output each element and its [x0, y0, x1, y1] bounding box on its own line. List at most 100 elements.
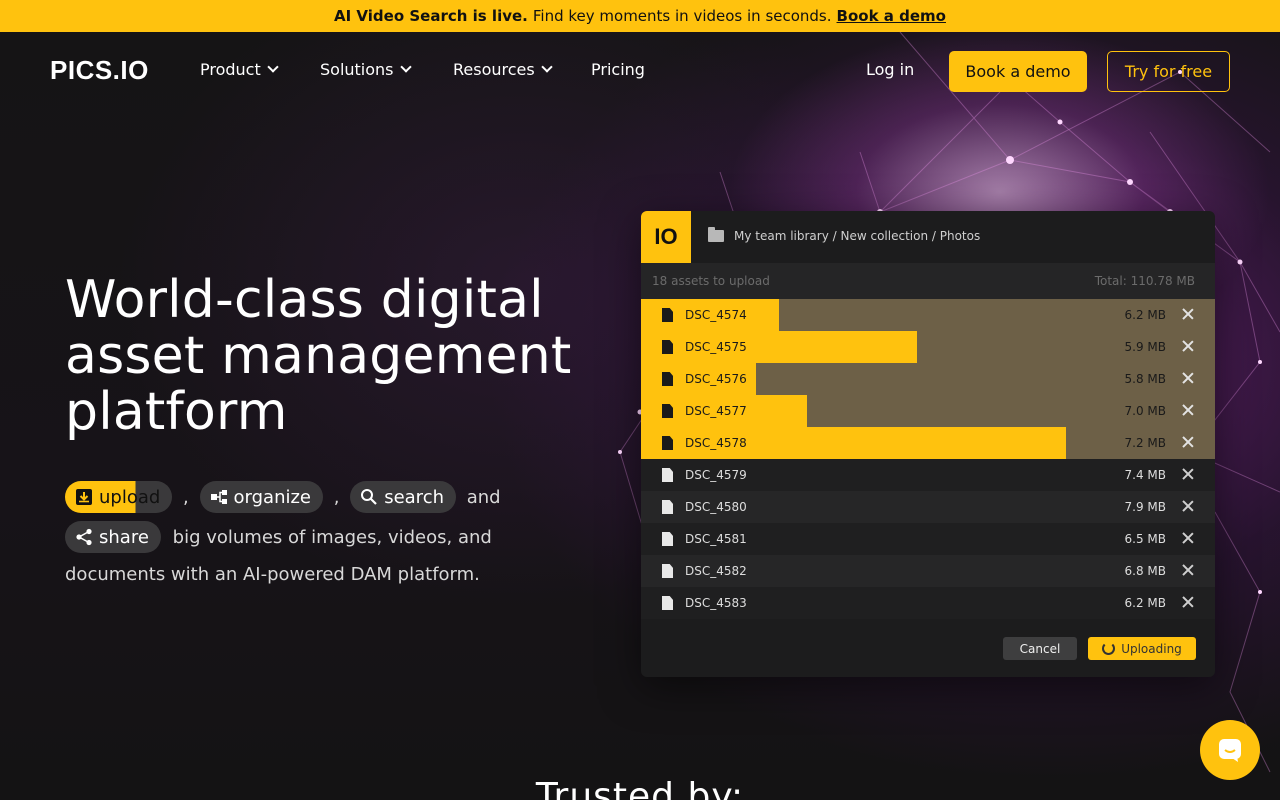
upload-progress-bar: [641, 331, 917, 363]
description-line-1: big volumes of images, videos, and: [172, 526, 492, 548]
file-icon: [662, 468, 673, 482]
try-free-button[interactable]: Try for free: [1107, 51, 1230, 92]
organize-pill-label: organize: [233, 486, 311, 508]
nav-pricing-label: Pricing: [591, 60, 645, 79]
file-row: DSC_4578 7.2 MB: [641, 427, 1215, 459]
upload-pill-label: upload: [99, 486, 161, 508]
file-row: DSC_4579 7.4 MB: [641, 459, 1215, 491]
file-icon: [662, 596, 673, 610]
share-pill[interactable]: share: [65, 521, 161, 553]
cancel-button[interactable]: Cancel: [1003, 637, 1077, 660]
file-size: 6.5 MB: [1124, 532, 1166, 546]
file-icon: [662, 564, 673, 578]
file-icon: [662, 436, 673, 450]
nav-solutions[interactable]: Solutions: [320, 60, 412, 79]
assets-count: 18 assets to upload: [652, 274, 770, 288]
file-icon: [662, 308, 673, 322]
file-icon: [662, 404, 673, 418]
file-name: DSC_4575: [685, 340, 747, 354]
file-row: DSC_4575 5.9 MB: [641, 331, 1215, 363]
file-name: DSC_4581: [685, 532, 747, 546]
share-icon: [75, 528, 93, 546]
close-icon[interactable]: [1181, 467, 1195, 481]
file-row: DSC_4577 7.0 MB: [641, 395, 1215, 427]
file-icon: [662, 532, 673, 546]
file-size: 5.9 MB: [1124, 340, 1166, 354]
trusted-by-heading: Trusted by:: [535, 776, 745, 800]
book-demo-button[interactable]: Book a demo: [949, 51, 1087, 92]
file-row: DSC_4581 6.5 MB: [641, 523, 1215, 555]
total-size: Total: 110.78 MB: [1094, 274, 1195, 288]
organize-pill[interactable]: organize: [199, 481, 323, 513]
search-icon: [360, 488, 378, 506]
breadcrumb: My team library / New collection / Photo…: [708, 227, 981, 243]
nav-solutions-label: Solutions: [320, 60, 394, 79]
close-icon[interactable]: [1181, 435, 1195, 449]
file-name: DSC_4577: [685, 404, 747, 418]
file-row: DSC_4576 5.8 MB: [641, 363, 1215, 395]
file-row: DSC_4574 6.2 MB: [641, 299, 1215, 331]
upload-icon: [75, 488, 93, 506]
nav-resources[interactable]: Resources: [453, 60, 553, 79]
comma: ,: [333, 486, 340, 508]
file-size: 6.8 MB: [1124, 564, 1166, 578]
file-name: DSC_4574: [685, 308, 747, 322]
panel-logo: IO: [641, 211, 691, 263]
chat-icon: [1219, 739, 1241, 762]
uploading-button[interactable]: Uploading: [1088, 637, 1196, 660]
close-icon[interactable]: [1181, 595, 1195, 609]
file-name: DSC_4576: [685, 372, 747, 386]
nav-product[interactable]: Product: [200, 60, 279, 79]
file-name: DSC_4580: [685, 500, 747, 514]
close-icon[interactable]: [1181, 371, 1195, 385]
close-icon[interactable]: [1181, 403, 1195, 417]
file-icon: [662, 372, 673, 386]
folder-icon: [708, 227, 724, 242]
file-size: 6.2 MB: [1124, 308, 1166, 322]
chevron-down-icon: [541, 61, 553, 73]
file-size: 7.2 MB: [1124, 436, 1166, 450]
spinner-icon: [1102, 642, 1116, 655]
file-size: 6.2 MB: [1124, 596, 1166, 610]
search-pill-label: search: [384, 486, 444, 508]
uploading-label: Uploading: [1121, 641, 1182, 656]
file-name: DSC_4582: [685, 564, 747, 578]
chevron-down-icon: [399, 61, 412, 73]
search-pill[interactable]: search: [350, 481, 456, 513]
close-icon[interactable]: [1181, 499, 1195, 513]
file-size: 7.9 MB: [1124, 500, 1166, 514]
file-size: 7.4 MB: [1124, 468, 1166, 482]
upload-summary: 18 assets to upload Total: 110.78 MB: [641, 263, 1215, 299]
chat-widget-button[interactable]: [1200, 720, 1260, 780]
banner-text: Find key moments in videos in seconds.: [532, 7, 832, 25]
hero-headline: World-class digital asset management pla…: [65, 270, 572, 442]
file-row: DSC_4582 6.8 MB: [641, 555, 1215, 587]
nav-product-label: Product: [200, 60, 261, 79]
close-icon[interactable]: [1181, 307, 1195, 321]
login-link[interactable]: Log in: [866, 60, 914, 79]
file-name: DSC_4583: [685, 596, 747, 610]
comma: ,: [183, 486, 189, 508]
uploader-panel: IO My team library / New collection / Ph…: [641, 211, 1215, 677]
breadcrumb-path: My team library / New collection / Photo…: [734, 229, 981, 243]
banner-book-demo-link[interactable]: Book a demo: [837, 7, 946, 25]
file-row: DSC_4583 6.2 MB: [641, 587, 1215, 619]
file-size: 5.8 MB: [1124, 372, 1166, 386]
file-icon: [662, 500, 673, 514]
pics-io-logo[interactable]: PICS.IO: [50, 55, 149, 89]
description-line-2: documents with an AI-powered DAM platfor…: [65, 564, 480, 585]
upload-pill[interactable]: upload: [65, 481, 173, 513]
announcement-banner: AI Video Search is live. Find key moment…: [0, 0, 1280, 32]
close-icon[interactable]: [1181, 563, 1195, 577]
file-icon: [662, 340, 673, 354]
file-row: DSC_4580 7.9 MB: [641, 491, 1215, 523]
file-size: 7.0 MB: [1124, 404, 1166, 418]
chevron-down-icon: [267, 61, 279, 73]
nav-resources-label: Resources: [453, 60, 535, 79]
close-icon[interactable]: [1181, 339, 1195, 353]
and-text: and: [466, 486, 501, 508]
nav-pricing[interactable]: Pricing: [591, 60, 645, 79]
share-pill-label: share: [99, 526, 149, 548]
file-name: DSC_4578: [685, 436, 747, 450]
close-icon[interactable]: [1181, 531, 1195, 545]
